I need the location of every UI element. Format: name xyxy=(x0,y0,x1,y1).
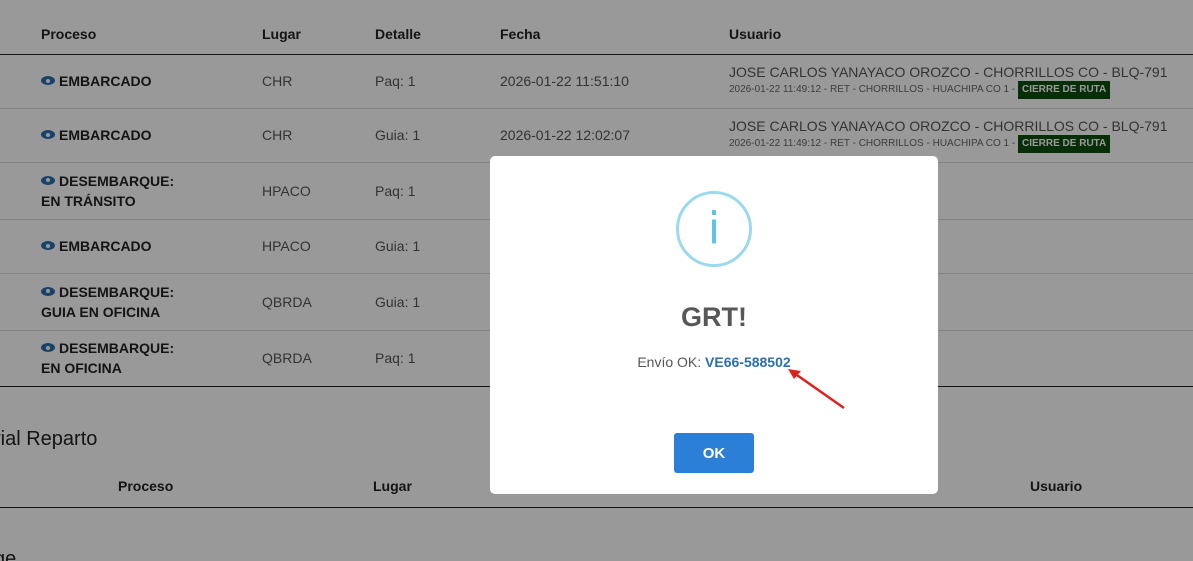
info-icon: i xyxy=(676,191,752,267)
arrow-shaft xyxy=(793,371,845,410)
dialog-message-label: Envío OK: xyxy=(637,354,702,370)
ok-button[interactable]: OK xyxy=(674,433,754,473)
shipment-code-link[interactable]: VE66-588502 xyxy=(705,354,791,370)
alert-dialog: i GRT! Envío OK: VE66-588502 OK xyxy=(490,156,938,494)
dialog-title: GRT! xyxy=(681,302,747,332)
dialog-message: Envío OK: VE66-588502 xyxy=(490,354,938,370)
annotation-arrow xyxy=(788,369,845,410)
